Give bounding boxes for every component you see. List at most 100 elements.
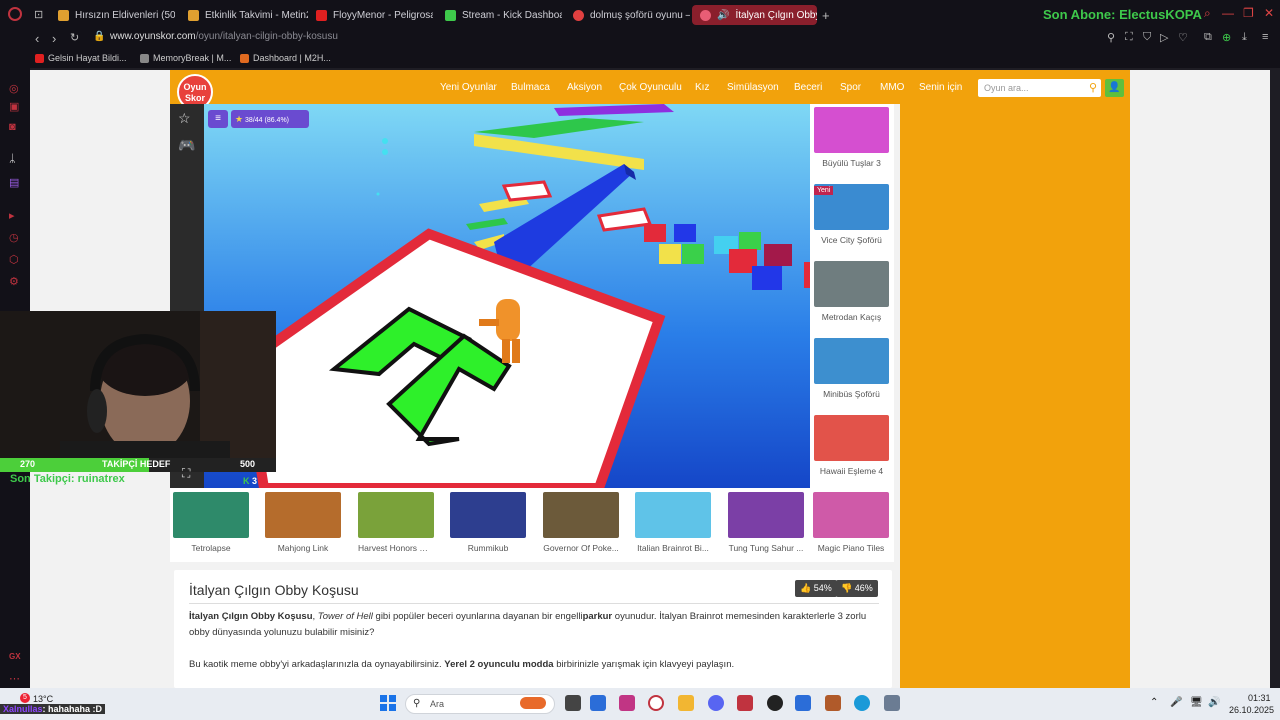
snapshot-icon[interactable]: ⛶ <box>1125 31 1133 44</box>
settings-icon[interactable]: ⚙ <box>9 275 19 288</box>
gx-icon[interactable]: GX <box>9 652 21 661</box>
nav-senin-icin[interactable]: Senin için <box>919 82 962 93</box>
like-button[interactable]: 👍 54% <box>795 580 837 597</box>
chat-user: Xalnullas <box>3 704 43 714</box>
task-view-icon[interactable] <box>565 695 581 711</box>
back-icon[interactable]: ‹ <box>35 31 39 46</box>
nav-cok-oyunculu[interactable]: Çok Oyunculu <box>619 82 682 93</box>
strip-game-2[interactable]: Mahjong Link <box>265 492 341 553</box>
twitch-icon[interactable]: ▤ <box>9 176 19 189</box>
tab-3[interactable]: FloyyMenor - Peligrosa ( <box>308 5 433 25</box>
nav-mmo[interactable]: MMO <box>880 82 904 93</box>
obs-icon[interactable] <box>767 695 783 711</box>
reload-icon[interactable]: ↻ <box>70 31 79 44</box>
menu-icon[interactable]: ≡ <box>1262 31 1268 43</box>
settings-app-icon[interactable] <box>884 695 900 711</box>
search-input[interactable]: Oyun ara... ⚲ <box>978 79 1101 97</box>
pin-icon[interactable]: ⚲ <box>1107 31 1115 44</box>
tab-1[interactable]: Hırsızın Eldivenleri (50) - E <box>50 5 175 25</box>
tab-6-active[interactable]: 🔊 İtalyan Çılgın Obby Ko <box>692 5 817 25</box>
nav-yeni-oyunlar[interactable]: Yeni Oyunlar <box>440 82 497 93</box>
game-app-icon[interactable] <box>825 695 841 711</box>
aria-icon[interactable]: ◎ <box>9 82 19 95</box>
nav-spor[interactable]: Spor <box>840 82 861 93</box>
tab-list-icon[interactable]: ⊡ <box>34 8 43 21</box>
instagram-app-icon[interactable] <box>619 695 635 711</box>
nav-beceri[interactable]: Beceri <box>794 82 822 93</box>
play-icon[interactable]: ▷ <box>1160 31 1168 44</box>
side-game-3[interactable]: Metrodan Kaçış <box>814 261 889 322</box>
discord-icon[interactable] <box>708 695 724 711</box>
volume-icon[interactable]: 🔊 <box>1208 697 1220 708</box>
opera-logo-icon[interactable] <box>8 7 22 21</box>
clock-time[interactable]: 01:31 <box>1248 693 1271 703</box>
user-icon[interactable]: 👤 <box>1105 79 1124 97</box>
strip-game-6[interactable]: Italian Brainrot Bi... <box>635 492 711 553</box>
edge-icon[interactable] <box>854 695 870 711</box>
strip-game-7[interactable]: Tung Tung Sahur ... <box>728 492 804 553</box>
gamepad-icon[interactable]: 🎮 <box>178 137 195 154</box>
search-icon[interactable]: ⚲ <box>1089 79 1097 97</box>
side-game-4[interactable]: Minibüs Şoförü <box>814 338 889 399</box>
download-icon[interactable]: ⤓ <box>1242 31 1247 44</box>
side-game-1[interactable]: Büyülü Tuşlar 3 <box>814 107 889 168</box>
strip-game-3[interactable]: Harvest Honors Cl... <box>358 492 434 553</box>
progress-badge: ★ 38/44 (86.4%) <box>231 110 309 128</box>
star-icon: ★ <box>235 114 244 124</box>
nav-aksiyon[interactable]: Aksiyon <box>567 82 602 93</box>
side-game-5[interactable]: Hawaii Eşleme 4 <box>814 415 889 476</box>
tab-2[interactable]: Etkinlik Takvimi - Metin2 <box>180 5 308 25</box>
messenger-icon[interactable]: ▣ <box>9 100 19 113</box>
game-label: Governor Of Poke... <box>543 543 619 553</box>
new-tab-button[interactable]: + <box>822 8 830 23</box>
extensions-icon[interactable]: ⧉ <box>1204 31 1212 44</box>
forward-icon[interactable]: › <box>52 31 56 46</box>
nav-bulmaca[interactable]: Bulmaca <box>511 82 550 93</box>
fullscreen-icon[interactable]: ⛶ <box>182 466 190 481</box>
opera-gx-icon[interactable] <box>737 695 753 711</box>
strip-game-4[interactable]: Rummikub <box>450 492 526 553</box>
store-icon[interactable] <box>590 695 606 711</box>
url-field[interactable]: www.oyunskor.com/oyun/italyan-cilgin-obb… <box>110 31 338 42</box>
kick-sidebar-icon[interactable]: ᛦ <box>9 153 16 165</box>
tab-label: dolmuş şoförü oyunu — <box>590 9 690 21</box>
maximize-icon[interactable]: ❐ <box>1243 6 1254 20</box>
clock-date[interactable]: 26.10.2025 <box>1229 705 1274 715</box>
nav-simulasyon[interactable]: Simülasyon <box>727 82 779 93</box>
strip-game-5[interactable]: Governor Of Poke... <box>543 492 619 553</box>
extensions-sidebar-icon[interactable]: ⬡ <box>9 253 19 266</box>
strip-game-1[interactable]: Tetrolapse <box>173 492 249 553</box>
history-icon[interactable]: ◷ <box>9 231 19 244</box>
side-game-2[interactable]: Yeni Vice City Şoförü <box>814 184 889 245</box>
search-tabs-icon[interactable]: ⌕ <box>1204 6 1211 21</box>
more-icon[interactable]: ⋯ <box>9 672 20 685</box>
file-explorer-icon[interactable] <box>678 695 694 711</box>
app-icon[interactable] <box>795 695 811 711</box>
shield-icon[interactable]: ⛉ <box>1143 31 1151 44</box>
bookmark-2[interactable]: MemoryBreak | M... <box>140 53 231 63</box>
profile-icon[interactable]: ⊕ <box>1222 31 1231 44</box>
opera-app-icon[interactable] <box>648 695 664 711</box>
heart-icon[interactable]: ♡ <box>1178 31 1188 44</box>
dislike-button[interactable]: 👎 46% <box>836 580 878 597</box>
bookmark-1[interactable]: Gelsin Hayat Bildi... <box>35 53 127 63</box>
game-canvas[interactable] <box>204 104 810 488</box>
nav-kiz[interactable]: Kız <box>695 82 709 93</box>
star-icon[interactable]: ☆ <box>178 110 191 127</box>
close-icon[interactable]: ✕ <box>1264 6 1274 20</box>
game-thumbnail <box>813 492 889 538</box>
instagram-icon[interactable]: ◙ <box>9 121 16 133</box>
taskbar-widget-icon[interactable] <box>520 697 546 709</box>
player-icon[interactable]: ▸ <box>9 209 15 222</box>
strip-game-8[interactable]: Magic Piano Tiles <box>813 492 889 553</box>
tab-5[interactable]: dolmuş şoförü oyunu — <box>565 5 690 25</box>
tray-chevron-icon[interactable]: ⌃ <box>1150 697 1158 708</box>
game-menu-button[interactable]: ≡ <box>208 110 228 128</box>
bookmark-3[interactable]: Dashboard | M2H... <box>240 53 331 63</box>
windows-start-icon[interactable] <box>380 695 396 711</box>
network-icon[interactable]: 🖥 <box>1190 697 1203 708</box>
tab-4[interactable]: Stream - Kick Dashboard <box>437 5 562 25</box>
minimize-icon[interactable]: — <box>1222 6 1234 20</box>
microphone-icon[interactable]: 🎤 <box>1170 697 1182 708</box>
weather-temp[interactable]: 13°C <box>33 694 53 704</box>
